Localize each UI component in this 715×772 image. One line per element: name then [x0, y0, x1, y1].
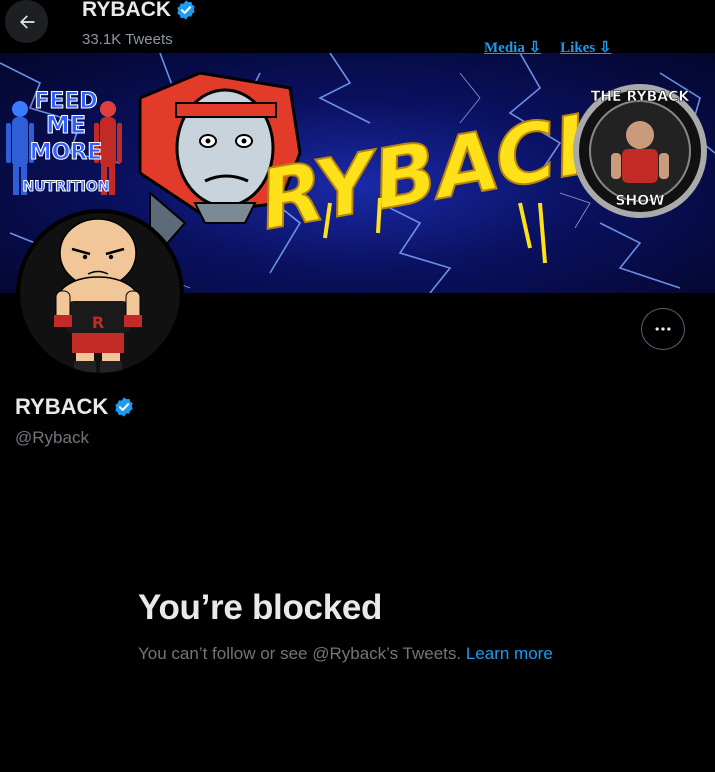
arrow-left-icon: [19, 14, 34, 29]
banner-logo-text: RYBACK: [253, 91, 632, 248]
profile-display-name: RYBACK: [15, 394, 109, 419]
media-link[interactable]: Media ⇩: [484, 38, 541, 57]
likes-link[interactable]: Likes ⇩: [560, 38, 611, 57]
banner-text-more: MORE: [30, 140, 103, 165]
avatar-image: R: [20, 213, 180, 373]
show-badge: THE RYBACK SHOW: [573, 84, 707, 218]
header-name: RYBACK: [82, 0, 172, 21]
back-button[interactable]: [5, 0, 48, 43]
header-title: RYBACK: [82, 0, 197, 22]
badge-text-bottom: SHOW: [615, 193, 664, 209]
profile-name: RYBACK: [15, 394, 135, 420]
profile-avatar[interactable]: R: [16, 209, 184, 377]
more-options-button[interactable]: [641, 308, 685, 350]
top-links: Media ⇩ Likes ⇩: [484, 38, 611, 57]
blocked-title: You’re blocked: [138, 588, 383, 627]
profile-handle: @Ryback: [15, 428, 89, 447]
banner-text-nutrition: NUTRITION: [22, 179, 109, 195]
svg-text:R: R: [92, 313, 104, 332]
tweet-count: 33.1K Tweets: [82, 31, 173, 48]
badge-text-top: THE RYBACK: [591, 89, 691, 105]
banner-text-me: ME: [46, 111, 86, 139]
verified-badge-icon: [115, 397, 134, 417]
more-dots-icon: [655, 327, 671, 331]
blocked-message: You can’t follow or see @Ryback’s Tweets…: [138, 642, 558, 666]
verified-badge-icon: [177, 0, 195, 20]
learn-more-link[interactable]: Learn more: [466, 644, 553, 663]
blocked-message-text: You can’t follow or see @Ryback’s Tweets…: [138, 644, 462, 663]
